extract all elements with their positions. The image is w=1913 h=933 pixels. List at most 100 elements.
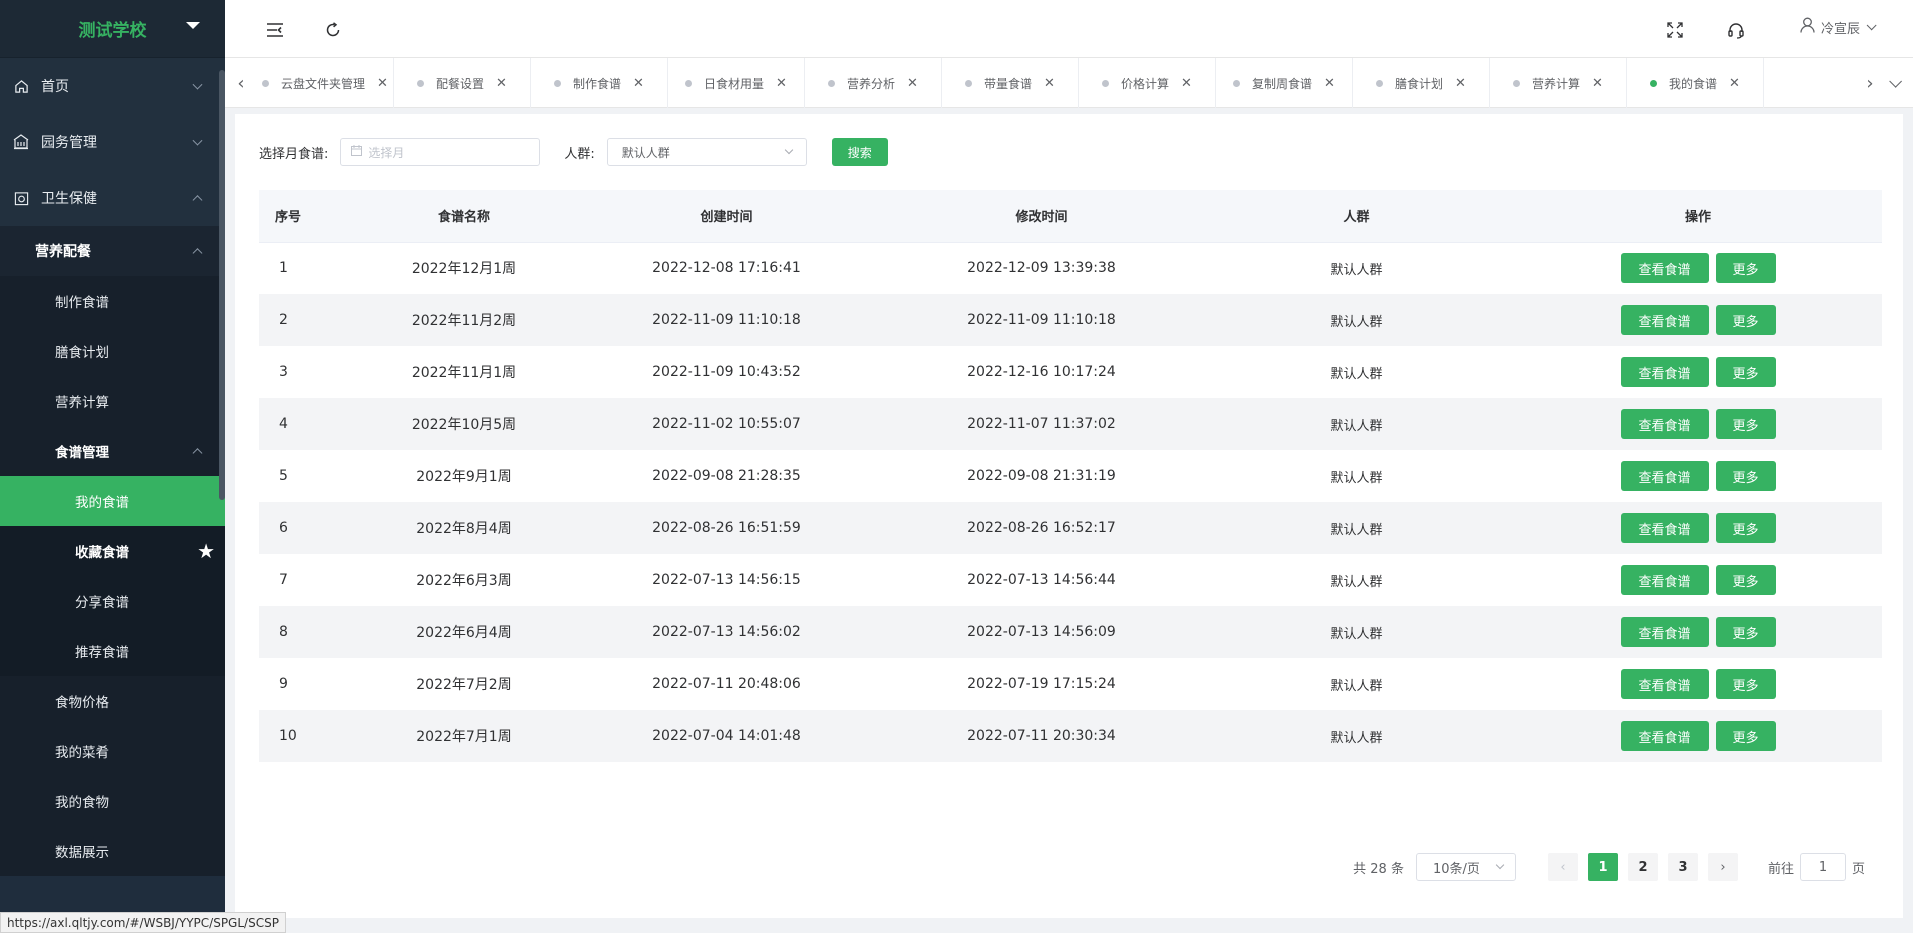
user-menu[interactable]: 冷宣辰 [1800,17,1877,37]
page-button-2[interactable]: 2 [1627,853,1658,881]
view-recipe-button[interactable]: 查看食谱 [1620,305,1709,335]
sidebar-scrollbar[interactable] [219,70,225,500]
caret-down-icon[interactable] [186,22,200,29]
tab-meal-settings[interactable]: 配餐设置 ✕ [394,58,531,108]
more-button[interactable]: 更多 [1715,617,1776,647]
menu-collapse-icon[interactable] [265,20,285,40]
close-icon[interactable]: ✕ [907,76,918,91]
sidebar-item-my-recipes[interactable]: 我的食谱 [0,476,225,526]
close-icon[interactable]: ✕ [1455,76,1466,91]
star-icon[interactable]: ★ [197,539,215,563]
tab-dot-icon [1650,79,1658,87]
more-button[interactable]: 更多 [1715,721,1776,751]
table-row: 5 2022年9月1周 2022-09-08 21:28:35 2022-09-08 … [259,450,1882,502]
sidebar-item-home[interactable]: 首页 [0,58,225,114]
tab-daily-ingredients[interactable]: 日食材用量 ✕ [668,58,805,108]
more-button[interactable]: 更多 [1715,513,1776,543]
tab-nutrition-calc[interactable]: 营养计算 ✕ [1490,58,1627,108]
view-recipe-button[interactable]: 查看食谱 [1620,357,1709,387]
close-icon[interactable]: ✕ [776,76,787,91]
close-icon[interactable]: ✕ [496,76,507,91]
crowd-select[interactable]: 默认人群 [606,138,807,166]
modified-time: 2022-09-08 21:31:19 [967,468,1116,484]
sidebar-item-recommended-recipes[interactable]: 推荐食谱 [0,626,225,676]
sidebar-logo[interactable]: 测试学校 [0,0,225,58]
close-icon[interactable]: ✕ [1324,76,1335,91]
more-button[interactable]: 更多 [1715,565,1776,595]
month-picker[interactable]: 选择月 [340,138,541,166]
created-time: 2022-07-13 14:56:15 [652,572,801,588]
row-actions: 查看食谱 更多 [1514,242,1882,294]
page-size-select[interactable]: 10条/页 [1415,853,1516,881]
crowd: 默认人群 [1199,398,1514,450]
created-time: 2022-11-09 11:10:18 [569,294,884,346]
sidebar-item-meal-plan[interactable]: 膳食计划 [0,326,225,376]
column-header: 修改时间 [884,190,1199,243]
more-button[interactable]: 更多 [1715,669,1776,699]
view-recipe-button[interactable]: 查看食谱 [1620,253,1709,284]
headset-icon[interactable] [1726,20,1746,40]
close-icon[interactable]: ✕ [1044,76,1055,91]
sidebar-group-nutrition[interactable]: 营养配餐 [0,226,225,276]
tab-make-recipe[interactable]: 制作食谱 ✕ [531,58,668,108]
pagination: 共 28 条 10条/页 ‹ 1 2 3 › 前往 1 页 [1353,853,1865,881]
tab-quantity-recipe[interactable]: 带量食谱 ✕ [942,58,1079,108]
close-icon[interactable]: ✕ [1592,76,1603,91]
close-icon[interactable]: ✕ [377,76,388,91]
more-button[interactable]: 更多 [1715,253,1776,284]
chevron-down-icon [192,135,203,146]
month-filter-label: 选择月食谱: [259,146,329,162]
browser-status-url: https://axl.qltjy.com/#/WSBJ/YYPC/SPGL/S… [0,912,286,933]
sidebar-group-recipe-manage[interactable]: 食谱管理 [0,426,225,476]
sidebar-item-campus[interactable]: 园务管理 [0,114,225,170]
tab-meal-plan[interactable]: 膳食计划 ✕ [1353,58,1490,108]
tab-copy-weekly[interactable]: 复制周食谱 ✕ [1216,58,1353,108]
created-time: 2022-09-08 21:28:35 [652,468,801,484]
goto-page-input[interactable]: 1 [1799,853,1846,881]
row-actions: 查看食谱 更多 [1514,398,1882,450]
sidebar-item-health[interactable]: 卫生保健 [0,170,225,226]
view-recipe-button[interactable]: 查看食谱 [1620,461,1709,491]
next-page-button[interactable]: › [1707,853,1738,881]
view-recipe-button[interactable]: 查看食谱 [1620,409,1709,439]
close-icon[interactable]: ✕ [1181,76,1192,91]
sidebar-item-nutrition-calc[interactable]: 营养计算 [0,376,225,426]
view-recipe-button[interactable]: 查看食谱 [1620,617,1709,647]
search-button[interactable]: 搜索 [831,138,888,166]
prev-page-button[interactable]: ‹ [1547,853,1578,881]
sidebar-item-my-dishes[interactable]: 我的菜肴 [0,726,225,776]
tab-nutrition-analysis[interactable]: 营养分析 ✕ [805,58,942,108]
recipe-name: 2022年12月1周 [411,261,517,278]
more-button[interactable]: 更多 [1715,305,1776,335]
sidebar-item-shared-recipes[interactable]: 分享食谱 [0,576,225,626]
tab-my-recipes[interactable]: 我的食谱 ✕ [1627,58,1764,108]
sidebar-item-my-foods[interactable]: 我的食物 [0,776,225,826]
tabs-dropdown[interactable] [1873,58,1913,108]
close-icon[interactable]: ✕ [633,76,644,91]
row-number: 6 [259,502,359,554]
tab-label: 配餐设置 [436,76,485,91]
refresh-icon[interactable] [323,20,343,40]
more-button[interactable]: 更多 [1715,357,1776,387]
more-button[interactable]: 更多 [1715,461,1776,491]
page-button-1[interactable]: 1 [1587,853,1618,881]
tab-cloud-folder[interactable]: 云盘文件夹管理 ✕ [257,58,394,108]
row-number: 1 [279,260,288,277]
view-recipe-button[interactable]: 查看食谱 [1620,513,1709,543]
close-icon[interactable]: ✕ [1729,76,1740,91]
sidebar-item-food-price[interactable]: 食物价格 [0,676,225,726]
page-button-3[interactable]: 3 [1667,853,1698,881]
view-recipe-button[interactable]: 查看食谱 [1620,669,1709,699]
view-recipe-button[interactable]: 查看食谱 [1620,721,1709,751]
modified-time: 2022-07-13 14:56:44 [967,572,1116,588]
sidebar-item-make-recipe[interactable]: 制作食谱 [0,276,225,326]
table-row: 8 2022年6月4周 2022-07-13 14:56:02 2022-07-13 … [259,606,1882,658]
tabs-scroll-left-icon[interactable]: ‹ [225,58,257,108]
fullscreen-icon[interactable] [1665,20,1685,40]
tab-price-calc[interactable]: 价格计算 ✕ [1079,58,1216,108]
more-button[interactable]: 更多 [1715,409,1776,439]
sidebar-item-data-display[interactable]: 数据展示 [0,826,225,876]
view-recipe-button[interactable]: 查看食谱 [1620,565,1709,595]
table-row: 3 2022年11月1周 2022-11-09 10:43:52 2022-12-16… [259,346,1882,398]
sidebar-item-favorite-recipes[interactable]: 收藏食谱 ★ [0,526,225,576]
